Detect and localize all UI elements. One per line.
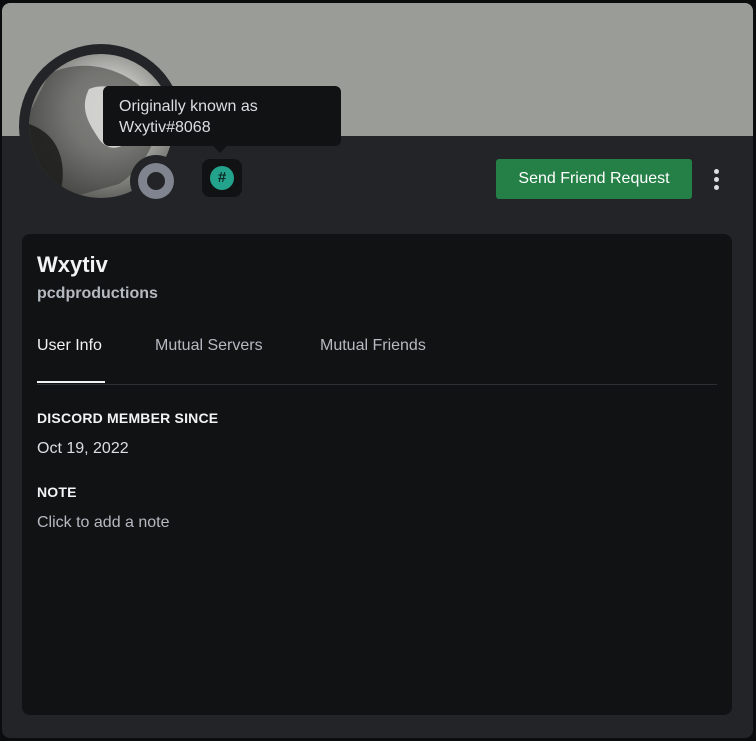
member-since-heading: DISCORD MEMBER SINCE [37,410,219,426]
profile-info-card: Wxytiv pcdproductions User Info Mutual S… [22,234,732,715]
note-heading: NOTE [37,484,77,500]
hashtag-badge-icon[interactable]: # [210,166,234,190]
tabs-divider [37,384,717,385]
profile-tabs: User Info Mutual Servers Mutual Friends [37,337,717,385]
tooltip-line-1: Originally known as [119,98,258,115]
display-name: Wxytiv [37,252,108,277]
status-offline-icon [138,163,174,199]
badge-container[interactable]: # [202,159,242,197]
badge-tooltip: Originally known as Wxytiv#8068 [103,86,341,153]
tooltip-line-2: Wxytiv#8068 [119,119,211,136]
username: pcdproductions [37,285,158,302]
active-tab-indicator [37,381,105,383]
tab-mutual-friends[interactable]: Mutual Friends [320,337,426,385]
member-since-date: Oct 19, 2022 [37,440,129,457]
note-input[interactable]: Click to add a note [37,514,170,532]
send-friend-request-button[interactable]: Send Friend Request [496,159,692,199]
more-vertical-icon[interactable] [706,163,726,193]
tab-mutual-servers[interactable]: Mutual Servers [155,337,263,385]
user-profile-modal: # Originally known as Wxytiv#8068 Send F… [2,3,753,738]
more-dot [714,169,719,174]
status-indicator-ring [130,155,182,207]
more-dot [714,185,719,190]
tab-user-info[interactable]: User Info [37,337,102,385]
more-dot [714,177,719,182]
